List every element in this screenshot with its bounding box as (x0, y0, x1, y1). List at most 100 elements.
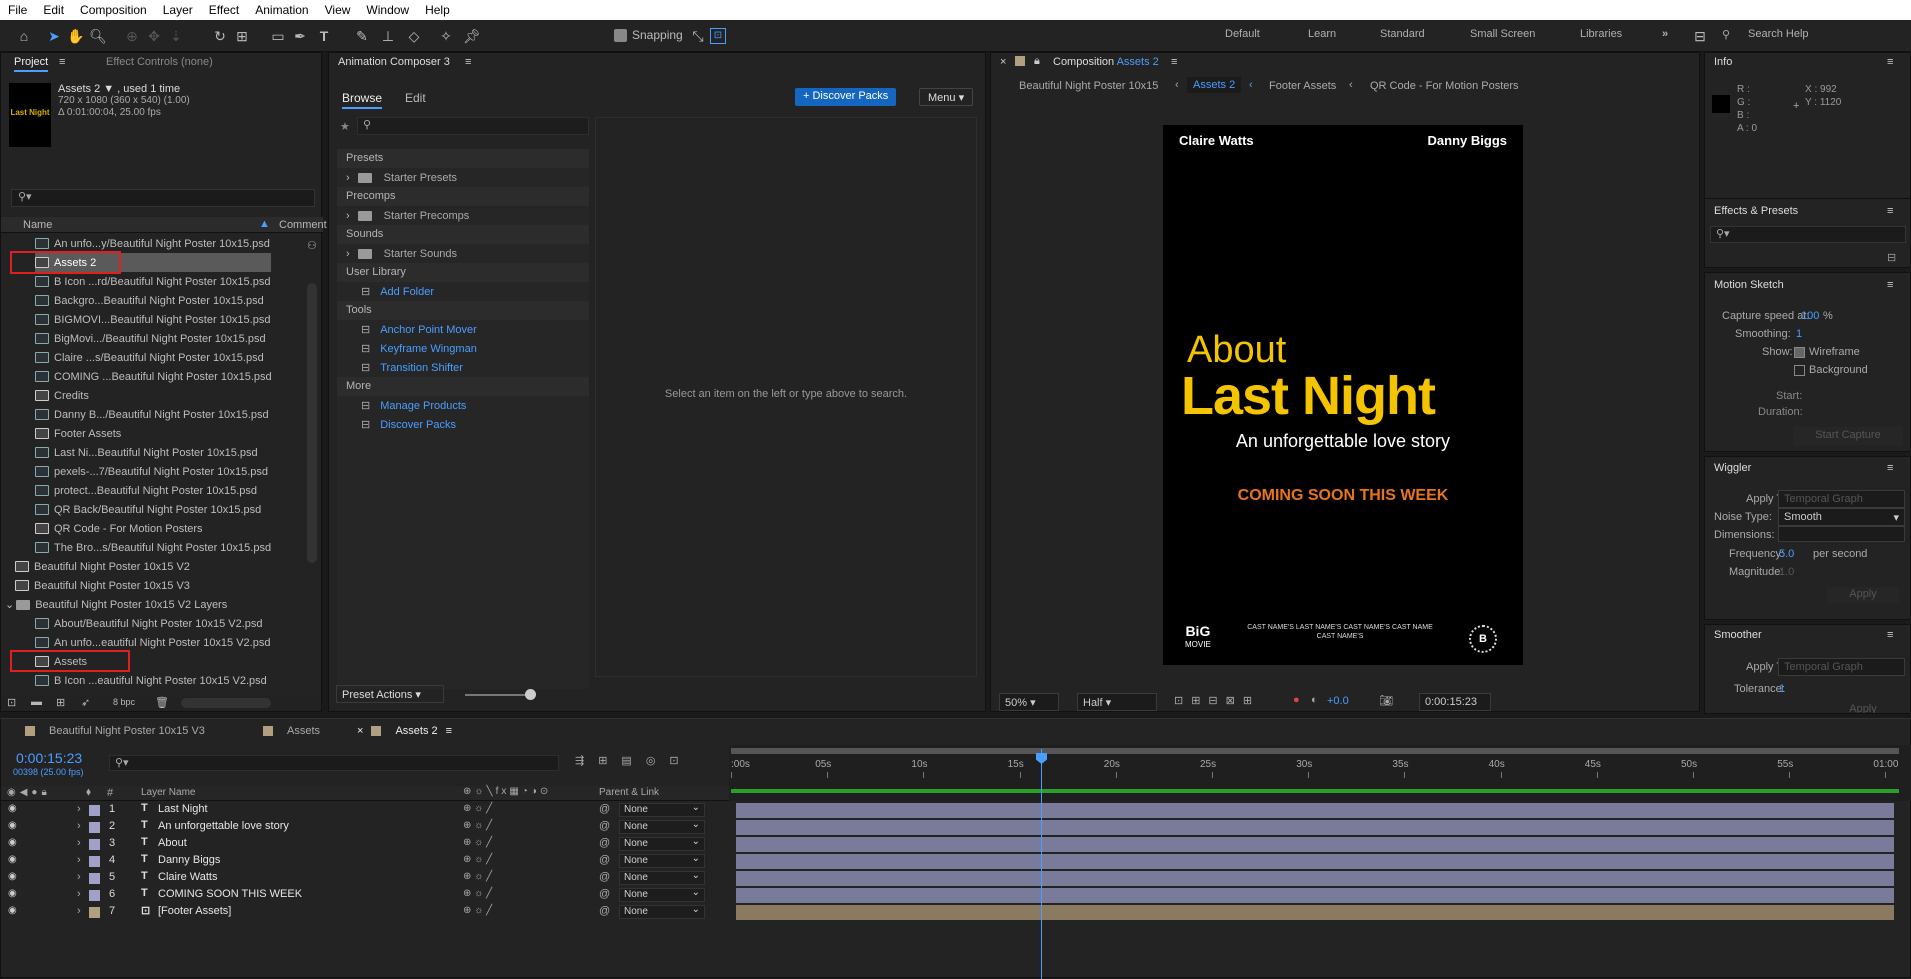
exposure-value[interactable]: +0.0 (1327, 695, 1349, 707)
dolly-tool-icon[interactable]: ⇣ (166, 26, 186, 46)
project-search-input[interactable]: ⚲▾ (11, 189, 315, 207)
exposure-icon[interactable]: ◐ (1311, 694, 1318, 706)
capture-speed-value[interactable]: 100 (1801, 310, 1819, 322)
preset-actions-dropdown[interactable]: Preset Actions ▾ (336, 685, 444, 703)
snapshot-camera-icon[interactable]: 📷︎ (1379, 694, 1393, 707)
visibility-eye-icon[interactable]: ◉ (8, 871, 17, 882)
workspace-libraries[interactable]: Libraries (1580, 28, 1622, 40)
parent-dropdown[interactable]: None ⌄ (619, 836, 705, 851)
thumbnail-size-slider-handle[interactable] (525, 689, 536, 700)
viewer-controls-icons[interactable]: ⊡⊞⊟⊠⊞ (1174, 694, 1260, 707)
tolerance-value[interactable]: 1 (1779, 683, 1785, 695)
tab-edit[interactable]: Edit (405, 91, 426, 105)
new-comp-icon[interactable]: ⊞ (56, 696, 65, 709)
timeline-switch-icons[interactable]: ⇶⊞▤◎⊡ (575, 754, 693, 767)
hand-tool-icon[interactable]: ✋ (66, 26, 86, 46)
layer-duration-bar[interactable] (736, 888, 1894, 903)
layer-name-header[interactable]: Layer Name (141, 787, 195, 798)
pickwhip-icon[interactable]: @ (599, 803, 610, 815)
timeline-current-time[interactable]: 0:00:15:23 (16, 750, 82, 766)
visibility-eye-icon[interactable]: ◉ (8, 905, 17, 916)
layer-switches[interactable]: ⊕ ☼ ╱ (463, 820, 492, 831)
bpc-toggle[interactable]: 8 bpc (113, 697, 135, 707)
timeline-tab[interactable]: × Assets 2 ≡ (357, 725, 452, 737)
layer-name[interactable]: Danny Biggs (158, 854, 220, 866)
project-scrollbar[interactable] (307, 283, 317, 563)
tab-browse[interactable]: Browse (342, 91, 383, 109)
layer-name[interactable]: COMING SOON THIS WEEK (158, 888, 302, 900)
expand-arrow-icon[interactable]: › (346, 210, 350, 222)
breadcrumb-beautiful-night[interactable]: Beautiful Night Poster 10x15 (1019, 80, 1158, 92)
expand-arrow-icon[interactable]: › (346, 172, 350, 184)
timeline-tab[interactable]: Beautiful Night Poster 10x15 V3 (25, 725, 205, 737)
layer-row[interactable]: ◉ › 3 T About ⊕ ☼ ╱ @ None ⌄ (1, 836, 1911, 853)
project-item[interactable]: COMING ...Beautiful Night Poster 10x15.p… (35, 367, 272, 386)
label-color-swatch[interactable] (89, 805, 100, 816)
layer-switches[interactable]: ⊕ ☼ ╱ (463, 888, 492, 899)
wiggler-apply-button[interactable]: Apply (1827, 587, 1899, 603)
layer-name[interactable]: Claire Watts (158, 871, 218, 883)
frequency-value[interactable]: 5.0 (1779, 548, 1794, 560)
roto-brush-icon[interactable]: ✧ (436, 26, 456, 46)
menu-layer[interactable]: Layer (155, 3, 201, 17)
info-menu-icon[interactable]: ≡ (1887, 56, 1893, 68)
menu-view[interactable]: View (317, 3, 359, 17)
home-icon[interactable]: ⌂ (14, 26, 34, 46)
project-item[interactable]: Beautiful Night Poster 10x15 V3 (15, 576, 190, 595)
composer-item[interactable]: ⊟ Anchor Point Mover (337, 320, 589, 339)
menu-composition[interactable]: Composition (72, 3, 155, 17)
layer-name[interactable]: Last Night (158, 803, 208, 815)
parent-dropdown[interactable]: None ⌄ (619, 819, 705, 834)
project-item[interactable]: The Bro...s/Beautiful Night Poster 10x15… (35, 538, 271, 557)
pickwhip-icon[interactable]: @ (599, 854, 610, 866)
wiggler-apply-to-dropdown[interactable]: Temporal Graph (1778, 490, 1905, 508)
parent-dropdown[interactable]: None ⌄ (619, 904, 705, 919)
pen-tool-icon[interactable]: ✒ (290, 26, 310, 46)
rotate-tool-icon[interactable]: ↻ (210, 26, 230, 46)
discover-packs-button[interactable]: + Discover Packs (795, 88, 897, 106)
visibility-eye-icon[interactable]: ◉ (8, 820, 17, 831)
label-color-swatch[interactable] (89, 873, 100, 884)
project-item[interactable]: BIGMOVI...Beautiful Night Poster 10x15.p… (35, 310, 270, 329)
expand-arrow-icon[interactable]: › (77, 803, 81, 815)
menu-edit[interactable]: Edit (35, 3, 72, 17)
work-area-bar[interactable] (731, 748, 1899, 754)
layer-name[interactable]: About (158, 837, 187, 849)
layer-row[interactable]: ◉ › 5 T Claire Watts ⊕ ☼ ╱ @ None ⌄ (1, 870, 1911, 887)
project-item[interactable]: B Icon ...eautiful Night Poster 10x15 V2… (35, 671, 267, 689)
expand-arrow-icon[interactable]: › (77, 854, 81, 866)
close-tab-icon[interactable]: × (357, 725, 363, 737)
smoother-menu-icon[interactable]: ≡ (1887, 629, 1893, 641)
composer-item[interactable]: ⊟ Keyframe Wingman (337, 339, 589, 358)
col-name[interactable]: Name (23, 219, 52, 231)
visibility-eye-icon[interactable]: ◉ (8, 854, 17, 865)
composer-panel-menu-icon[interactable]: ≡ (465, 56, 471, 68)
layer-duration-bar[interactable] (736, 905, 1894, 920)
composer-item[interactable]: ⊟ Discover Packs (337, 415, 589, 434)
start-capture-button[interactable]: Start Capture (1793, 427, 1903, 445)
smoother-apply-to-dropdown[interactable]: Temporal Graph (1778, 658, 1905, 676)
parent-dropdown[interactable]: None ⌄ (619, 802, 705, 817)
project-item[interactable]: BigMovi.../Beautiful Night Poster 10x15.… (35, 329, 266, 348)
zoom-tool-icon[interactable]: 🔍︎ (88, 26, 108, 46)
pickwhip-icon[interactable]: @ (599, 888, 610, 900)
pickwhip-icon[interactable]: @ (599, 837, 610, 849)
rectangle-tool-icon[interactable]: ▭ (268, 26, 288, 46)
pickwhip-icon[interactable]: @ (599, 905, 610, 917)
project-item[interactable]: Credits (35, 386, 89, 405)
workspace-small-screen[interactable]: Small Screen (1470, 28, 1535, 40)
favorites-star-icon[interactable]: ★ (340, 120, 350, 133)
project-item[interactable]: About/Beautiful Night Poster 10x15 V2.ps… (35, 614, 263, 633)
background-checkbox[interactable] (1794, 364, 1805, 376)
layer-switches[interactable]: ⊕ ☼ ╱ (463, 905, 492, 916)
workspace-menu-icon[interactable]: ⊟ (1690, 26, 1710, 46)
smoother-apply-button[interactable]: Apply (1827, 703, 1899, 713)
composer-search-input[interactable]: ⚲ (357, 117, 589, 135)
label-color-swatch[interactable] (89, 856, 100, 867)
playhead-line[interactable] (1041, 749, 1042, 979)
project-item[interactable]: Beautiful Night Poster 10x15 V2 (15, 557, 190, 576)
selection-tool-icon[interactable]: ➤ (44, 26, 64, 46)
snap-edges-icon[interactable]: ⤡ (688, 26, 708, 46)
clone-stamp-icon[interactable]: ⊥ (378, 26, 398, 46)
layer-switches[interactable]: ⊕ ☼ ╱ (463, 803, 492, 814)
